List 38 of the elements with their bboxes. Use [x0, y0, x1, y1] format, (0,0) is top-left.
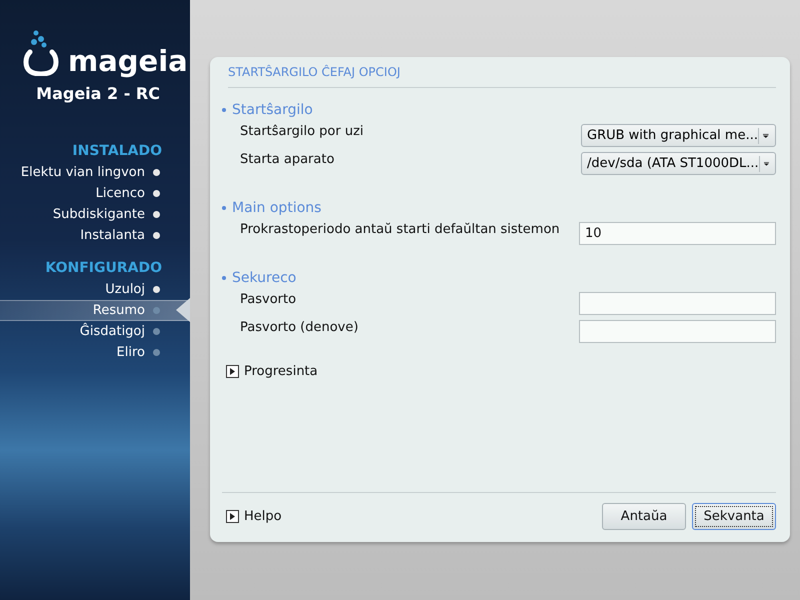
panel-title: STARTŜARGILO ĈEFAJ OPCIOJ [227, 65, 402, 81]
bullet-icon [222, 206, 226, 210]
logo-text: mageia [68, 46, 188, 76]
section-heading: INSTALADO [71, 143, 163, 159]
step-item: Ĝisdatigoj [0, 321, 190, 342]
dialog-button[interactable]: Antaŭa [602, 503, 686, 530]
input-field[interactable] [579, 292, 776, 315]
expander-icon [226, 510, 239, 523]
expander-icon [226, 365, 239, 378]
step-item: Resumo [0, 300, 190, 321]
dropdown[interactable]: /dev/sda (ATA ST1000DL... [581, 152, 776, 175]
version-label: Mageia 2 - RC [35, 84, 161, 103]
step-item: Licenco [0, 183, 190, 204]
input-field[interactable] [579, 320, 776, 343]
group-heading: Startŝargilo [232, 102, 313, 118]
caret-icon [764, 160, 769, 168]
step-item: Uzuloj [0, 279, 190, 300]
bullet-icon [222, 276, 226, 280]
field-label: Pasvorto [240, 291, 296, 307]
step-item: Subdiskigante [0, 204, 190, 225]
field-label: Starta aparato [240, 151, 334, 167]
field-label: Pasvorto (denove) [240, 319, 358, 335]
dropdown[interactable]: GRUB with graphical me... [581, 124, 776, 147]
field-label: Prokrastoperiodo antaŭ starti defaŭltan sistemon [240, 221, 560, 237]
bullet-icon [222, 108, 226, 112]
field-label: Startŝargilo por uzi [240, 123, 364, 139]
input-field[interactable]: 10 [579, 222, 776, 245]
step-item: Eliro [0, 342, 190, 363]
dialog-button[interactable]: Sekvanta [692, 503, 776, 530]
pointer-icon [174, 298, 190, 322]
step-item: Instalanta [0, 225, 190, 246]
group-heading: Sekureco [232, 270, 296, 286]
group-heading: Main options [232, 200, 322, 216]
step-item: Elektu vian lingvon [0, 162, 190, 183]
section-heading: KONFIGURADO [44, 260, 163, 276]
help-expander[interactable]: Helpo [222, 509, 282, 524]
expander[interactable]: Progresinta [222, 364, 776, 379]
caret-icon [763, 132, 769, 140]
